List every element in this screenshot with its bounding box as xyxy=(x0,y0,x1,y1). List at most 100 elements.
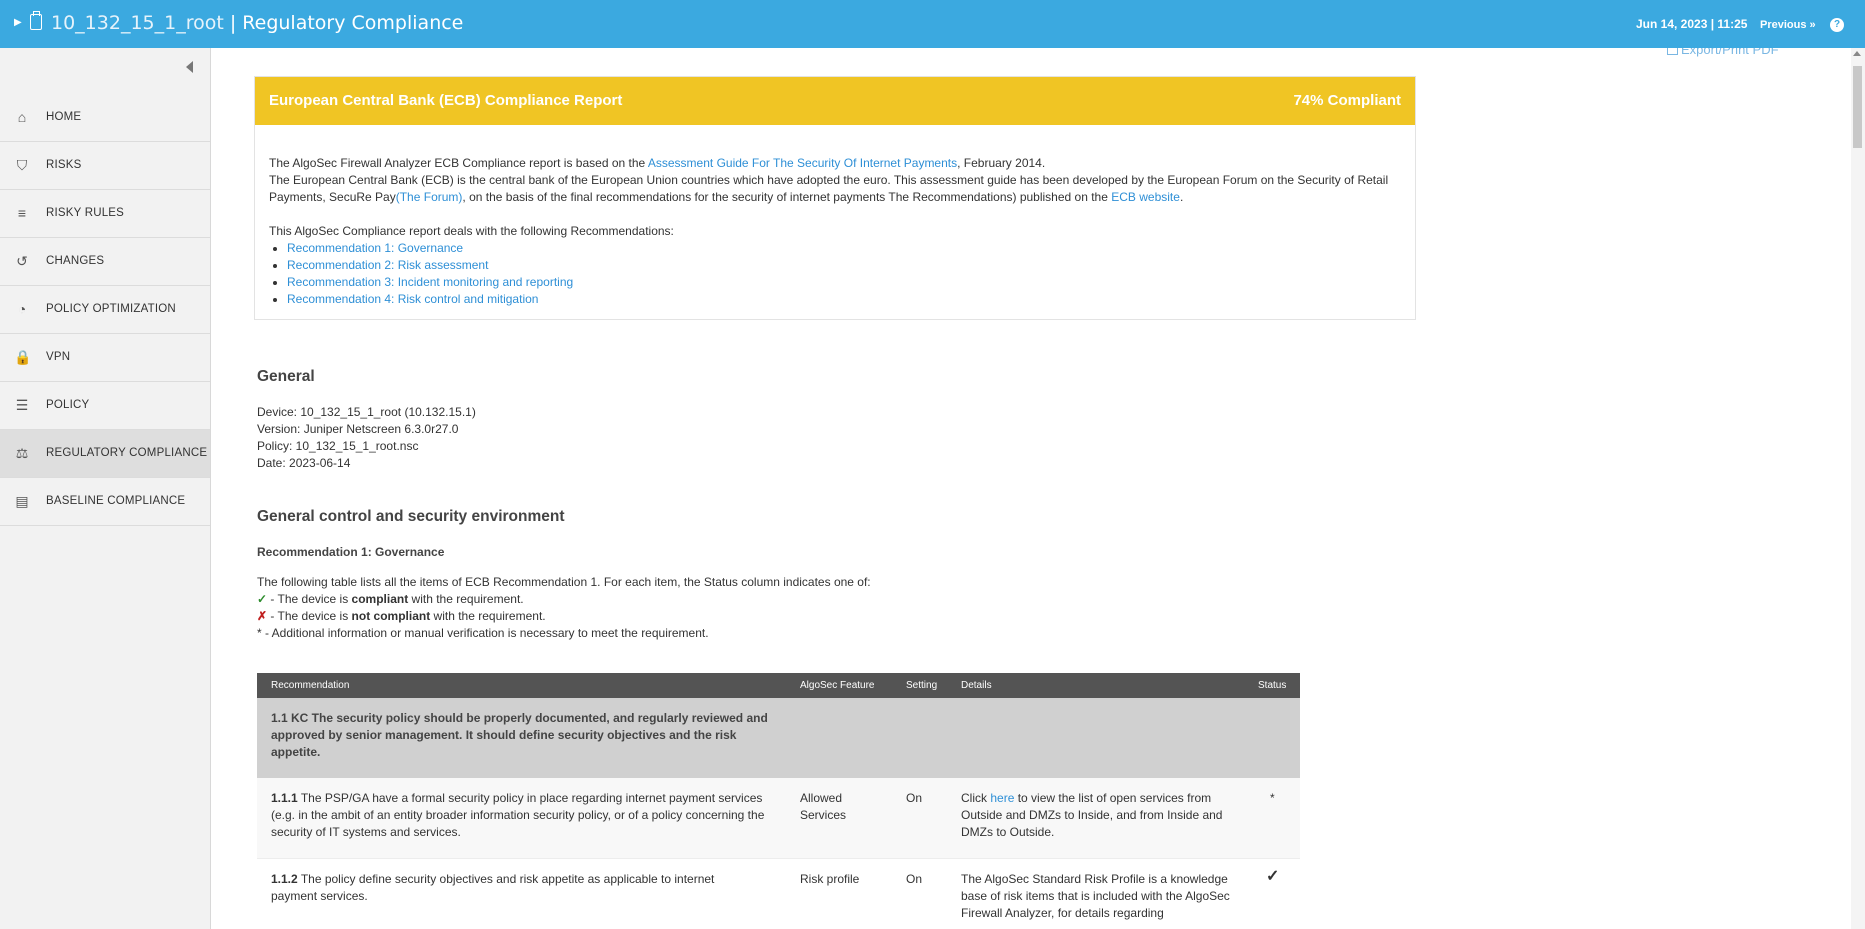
recommendation-2-link[interactable]: Recommendation 2: Risk assessment xyxy=(287,258,488,272)
row-recommendation: 1.1.1 The PSP/GA have a formal security … xyxy=(271,791,765,839)
sidebar-item-label: RISKS xyxy=(46,159,82,171)
col-setting[interactable]: Setting xyxy=(906,680,937,691)
table-row: 1.1.1 The PSP/GA have a formal security … xyxy=(257,778,1300,859)
sidebar-item-label: RISKY RULES xyxy=(46,207,125,219)
status-asterisk: * xyxy=(1270,791,1275,805)
table-header: Recommendation AlgoSec Feature Setting D… xyxy=(257,673,1300,698)
group-title: 1.1 KC The security policy should be pro… xyxy=(271,711,768,759)
legend-manual: * - Additional information or manual ver… xyxy=(257,626,709,640)
list-item: Recommendation 1: Governance xyxy=(287,240,1401,257)
report-summary-card: European Central Bank (ECB) Compliance R… xyxy=(254,76,1416,320)
report-header: European Central Bank (ECB) Compliance R… xyxy=(255,77,1415,125)
clipboard-icon xyxy=(30,11,42,30)
status-check-icon: ✓ xyxy=(1266,868,1280,885)
scroll-up-arrow-icon[interactable] xyxy=(1853,51,1861,56)
the-forum-link[interactable]: (The Forum) xyxy=(396,190,463,204)
sidebar-item-label: CHANGES xyxy=(46,255,105,267)
sidebar-item-risks[interactable]: ⛉ RISKS xyxy=(0,142,210,190)
row-feature: Risk profile xyxy=(800,872,860,886)
recommendation-table: Recommendation AlgoSec Feature Setting D… xyxy=(257,673,1300,929)
home-icon: ⌂ xyxy=(17,109,27,125)
list-item: Recommendation 2: Risk assessment xyxy=(287,257,1401,274)
row-details: The AlgoSec Standard Risk Profile is a k… xyxy=(961,872,1230,920)
export-pdf-link[interactable]: Export/Print PDF xyxy=(1667,48,1779,57)
sidebar-item-policy[interactable]: ☰ POLICY xyxy=(0,382,210,430)
row-setting: On xyxy=(906,791,923,805)
report-title: European Central Bank (ECB) Compliance R… xyxy=(269,92,623,109)
compliance-percentage: 74% Compliant xyxy=(1293,92,1401,109)
shield-icon: ⛉ xyxy=(16,157,28,173)
expand-caret-icon[interactable]: ▶ xyxy=(14,17,22,28)
report-datetime: Jun 14, 2023 | 11:25 xyxy=(1636,17,1748,31)
main-content: Export/Print PDF European Central Bank (… xyxy=(211,48,1851,929)
previous-link[interactable]: Previous » xyxy=(1760,19,1816,31)
details-here-link[interactable]: here xyxy=(990,791,1014,805)
col-status[interactable]: Status xyxy=(1258,680,1286,691)
cross-icon: ✗ xyxy=(257,609,268,623)
col-recommendation[interactable]: Recommendation xyxy=(271,680,349,691)
legend-intro: The following table lists all the items … xyxy=(257,575,871,589)
table-group-row: 1.1 KC The security policy should be pro… xyxy=(257,698,1300,778)
control-heading: General control and security environment xyxy=(257,508,565,525)
sidebar-item-policy-optimization[interactable]: ◔ POLICY OPTIMIZATION xyxy=(0,286,210,334)
legend-compliant: ✓ - The device is compliant with the req… xyxy=(257,592,524,606)
sidebar-item-label: POLICY xyxy=(46,399,90,411)
row-recommendation: 1.1.2 The policy define security objecti… xyxy=(271,872,715,903)
assessment-guide-link[interactable]: Assessment Guide For The Security Of Int… xyxy=(648,156,957,170)
general-info: Device: 10_132_15_1_root (10.132.15.1) V… xyxy=(257,404,476,472)
sidebar-item-label: HOME xyxy=(46,111,82,123)
collapse-sidebar-icon[interactable] xyxy=(186,61,193,73)
legend-not-compliant: ✗ - The device is not compliant with the… xyxy=(257,609,546,623)
vertical-scrollbar[interactable] xyxy=(1851,48,1865,929)
sidebar: ⌂ HOME ⛉ RISKS ≡ RISKY RULES ↺ CHANGES ◔ POLICY O… xyxy=(0,48,211,929)
recommendation-1-link[interactable]: Recommendation 1: Governance xyxy=(287,241,463,255)
checklist-icon: ▤ xyxy=(15,493,29,509)
recommendation-subheading: Recommendation 1: Governance xyxy=(257,545,445,559)
recommendation-3-link[interactable]: Recommendation 3: Incident monitoring an… xyxy=(287,275,573,289)
pdf-icon xyxy=(1667,48,1678,55)
report-intro: The AlgoSec Firewall Analyzer ECB Compli… xyxy=(255,125,1415,308)
recommendation-4-link[interactable]: Recommendation 4: Risk control and mitig… xyxy=(287,292,538,306)
device-name[interactable]: 10_132_15_1_root xyxy=(51,12,224,34)
list-item: Recommendation 3: Incident monitoring an… xyxy=(287,274,1401,291)
status-legend: The following table lists all the items … xyxy=(257,574,871,642)
risky-rules-icon: ≡ xyxy=(17,205,27,221)
gauge-icon: ◔ xyxy=(17,301,27,317)
ecb-website-link[interactable]: ECB website xyxy=(1111,190,1180,204)
sidebar-item-home[interactable]: ⌂ HOME xyxy=(0,94,210,142)
list-item: Recommendation 4: Risk control and mitig… xyxy=(287,291,1401,308)
app-title: Regulatory Compliance xyxy=(242,12,464,34)
lock-icon: 🔒 xyxy=(14,349,32,365)
history-icon: ↺ xyxy=(16,253,28,269)
sidebar-item-label: REGULATORY COMPLIANCE xyxy=(46,447,208,459)
sidebar-item-vpn[interactable]: 🔒 VPN xyxy=(0,334,210,382)
sidebar-item-regulatory-compliance[interactable]: ⚖ REGULATORY COMPLIANCE xyxy=(0,430,210,478)
intro-paragraph-1: The AlgoSec Firewall Analyzer ECB Compli… xyxy=(269,156,1046,170)
scrollbar-thumb[interactable] xyxy=(1853,66,1862,148)
sidebar-item-label: POLICY OPTIMIZATION xyxy=(46,303,176,315)
sidebar-item-changes[interactable]: ↺ CHANGES xyxy=(0,238,210,286)
row-feature: Allowed Services xyxy=(800,791,847,822)
sidebar-item-baseline-compliance[interactable]: ▤ BASELINE COMPLIANCE xyxy=(0,478,210,526)
general-heading: General xyxy=(257,368,315,385)
col-feature[interactable]: AlgoSec Feature xyxy=(800,680,875,691)
policy-info: Policy: 10_132_15_1_root.nsc xyxy=(257,439,419,453)
recommendations-list: Recommendation 1: Governance Recommendat… xyxy=(269,240,1401,308)
help-icon[interactable]: ? xyxy=(1830,18,1844,32)
row-setting: On xyxy=(906,872,923,886)
stamp-icon: ⚖ xyxy=(15,445,29,461)
intro-paragraph-2: The European Central Bank (ECB) is the c… xyxy=(269,173,1389,204)
page-title: 10_132_15_1_root | Regulatory Compliance xyxy=(51,12,464,34)
sidebar-item-label: VPN xyxy=(46,351,71,363)
date-info: Date: 2023-06-14 xyxy=(257,456,351,470)
list-icon: ☰ xyxy=(15,397,29,413)
sidebar-item-label: BASELINE COMPLIANCE xyxy=(46,495,186,507)
device-info: Device: 10_132_15_1_root (10.132.15.1) xyxy=(257,405,476,419)
check-icon: ✓ xyxy=(257,592,268,606)
top-bar: ▶ 10_132_15_1_root | Regulatory Complian… xyxy=(0,0,1865,48)
sidebar-item-risky-rules[interactable]: ≡ RISKY RULES xyxy=(0,190,210,238)
row-details: Click here to view the list of open serv… xyxy=(961,791,1223,839)
sidebar-nav: ⌂ HOME ⛉ RISKS ≡ RISKY RULES ↺ CHANGES ◔ POLICY O… xyxy=(0,94,210,526)
col-details[interactable]: Details xyxy=(961,680,992,691)
table-row: 1.1.2 The policy define security objecti… xyxy=(257,859,1300,929)
